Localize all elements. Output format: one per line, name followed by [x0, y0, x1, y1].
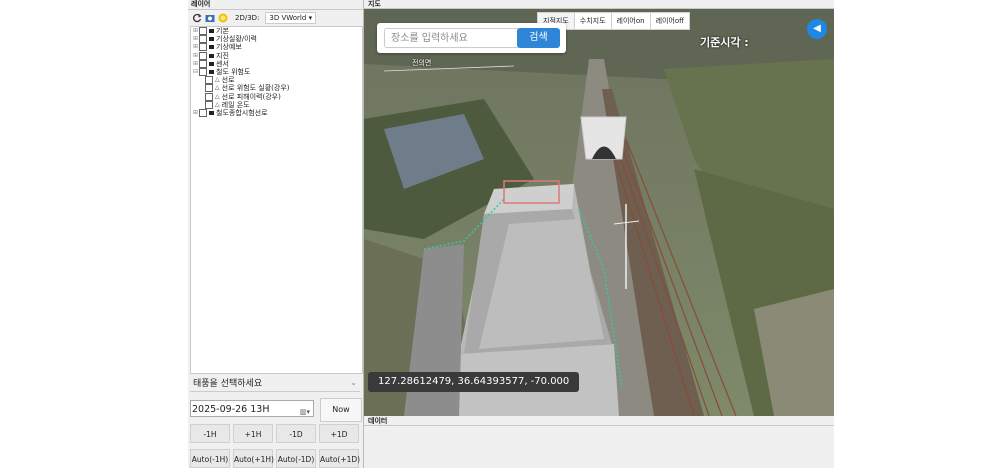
auto-minus-1d-button[interactable]: Auto(-1D): [276, 449, 316, 468]
collapse-arrow-icon[interactable]: ◀: [807, 19, 827, 39]
datetime-input[interactable]: 2025-09-26 13H ▥▾: [190, 400, 314, 417]
layer-checkbox[interactable]: [205, 76, 213, 85]
minus-1d-button[interactable]: -1D: [276, 424, 316, 443]
folder-icon: [209, 61, 214, 66]
plus-1h-button[interactable]: +1H: [233, 424, 273, 443]
tab-layer-off[interactable]: 레이어off: [649, 12, 691, 30]
folder-icon: [209, 29, 214, 34]
mode-label: 2D/3D:: [235, 14, 260, 22]
layer-checkbox[interactable]: [199, 68, 207, 77]
search-input[interactable]: 장소를 입력하세요: [384, 28, 520, 48]
mode-select[interactable]: 3D VWorld ▾: [265, 12, 317, 24]
place-label: 전의면: [412, 59, 432, 67]
search-box: 장소를 입력하세요 검색: [377, 23, 566, 53]
tree-item-label: 레일 온도: [221, 100, 250, 109]
auto-plus-1h-button[interactable]: Auto(+1H): [233, 449, 274, 468]
tab-digital-map[interactable]: 수치지도: [573, 12, 612, 30]
layer-checkbox[interactable]: [199, 27, 207, 36]
tree-item[interactable]: △ 선로 피해이력(강우): [191, 93, 362, 101]
tree-item-label: 철도종합시험선로: [216, 108, 268, 117]
typhoon-select-label: 태풍을 선택하세요: [193, 379, 263, 389]
tree-item-label: 기상예보: [216, 43, 242, 52]
layer-panel-title: 레이어: [188, 0, 363, 10]
coordinate-readout: 127.28612479, 36.64393577, -70.000: [368, 372, 580, 392]
tree-item[interactable]: ⊞ 기상예보: [191, 43, 362, 52]
datetime-row: 2025-09-26 13H ▥▾ Now: [190, 398, 362, 422]
layer-icon: △: [215, 92, 220, 100]
map-imagery: [364, 9, 834, 416]
folder-icon: [209, 53, 214, 58]
data-panel: [364, 426, 834, 468]
layer-checkbox[interactable]: [205, 92, 213, 101]
chevron-down-icon: ⌄: [350, 378, 357, 387]
search-button[interactable]: 검색: [517, 28, 560, 48]
tree-item-label: 기본: [216, 27, 229, 35]
auto-plus-1d-button[interactable]: Auto(+1D): [319, 449, 360, 468]
tree-item-label: 센서: [216, 59, 229, 68]
tree-item[interactable]: ⊞ 지진: [191, 52, 362, 60]
tree-item[interactable]: ⊞ 센서: [191, 60, 362, 68]
tree-item-label: 선로 위험도 실황(강우): [221, 84, 290, 93]
folder-icon: [209, 70, 214, 75]
layer-icon: △: [215, 84, 220, 92]
data-panel-title: 데이터: [364, 417, 834, 426]
folder-icon: [209, 45, 214, 50]
tree-item[interactable]: ⊟ 철도 위험도: [191, 67, 362, 77]
chevron-down-icon: ▾: [308, 14, 313, 22]
sun-icon[interactable]: [218, 13, 228, 23]
tab-layer-on[interactable]: 레이어on: [610, 12, 651, 30]
folder-icon: [209, 37, 214, 42]
tree-item[interactable]: △ 레일 온도: [191, 101, 362, 109]
layer-checkbox[interactable]: [199, 35, 207, 44]
auto-minus-1h-button[interactable]: Auto(-1H): [190, 449, 230, 468]
tree-item-label: 지진: [216, 51, 229, 60]
refresh-icon[interactable]: [192, 13, 202, 23]
layer-checkbox[interactable]: [199, 108, 207, 117]
layer-toolbar: 2D/3D: 3D VWorld ▾: [188, 10, 363, 26]
minus-1h-button[interactable]: -1H: [190, 424, 230, 443]
layer-tree: ⊞ 기본 ⊞ 기상실황/이력 ⊞ 기상예보 ⊞ 지진 ⊞ 센서 ⊟ 철도 위험도 △ 선로 △ 선로 위험도 …: [190, 26, 363, 374]
layer-checkbox[interactable]: [205, 100, 213, 109]
plus-1d-button[interactable]: +1D: [319, 424, 359, 443]
camera-icon[interactable]: [205, 13, 215, 23]
now-button[interactable]: Now: [320, 398, 362, 422]
layer-icon: △: [215, 100, 220, 108]
app-window: 레이어 2D/3D: 3D VWorld ▾ ⊞ 기본 ⊞ 기상실황/이력 ⊞ 기상예보 ⊞…: [188, 0, 834, 468]
tree-item-label: 철도 위험도: [216, 67, 251, 76]
tree-item[interactable]: △ 선로 위험도 실황(강우): [191, 84, 362, 93]
layer-panel: 레이어 2D/3D: 3D VWorld ▾ ⊞ 기본 ⊞ 기상실황/이력 ⊞ 기상예보 ⊞…: [188, 0, 364, 468]
folder-icon: [209, 110, 214, 115]
map-view[interactable]: 지적지도 수치지도 레이어on 레이어off 장소를 입력하세요 검색 전의면 …: [364, 9, 834, 416]
tree-item[interactable]: ⊞ 기본: [191, 27, 362, 36]
map-panel-title: 지도: [364, 0, 834, 9]
layer-checkbox[interactable]: [199, 59, 207, 68]
reference-time-label: 기준시각 :: [700, 36, 749, 49]
layer-icon: △: [215, 76, 220, 84]
tree-item[interactable]: ⊞ 철도종합시험선로: [191, 109, 362, 117]
layer-checkbox[interactable]: [199, 43, 207, 52]
layer-checkbox[interactable]: [199, 51, 207, 60]
typhoon-select[interactable]: 태풍을 선택하세요 ⌄: [190, 374, 360, 392]
layer-checkbox[interactable]: [205, 84, 213, 93]
tree-item-label: 선로 피해이력(강우): [221, 92, 281, 101]
calendar-icon[interactable]: ▥▾: [300, 404, 310, 421]
